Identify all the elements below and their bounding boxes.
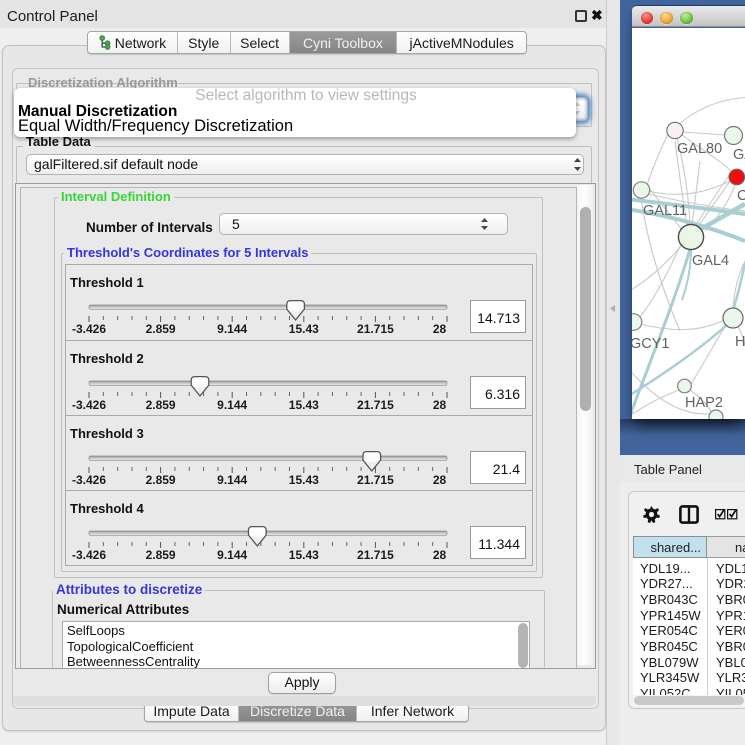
svg-text:GAL11: GAL11 (643, 203, 687, 219)
svg-text:GCY1: GCY1 (632, 336, 670, 352)
svg-text:9.144: 9.144 (217, 398, 247, 412)
svg-text:15.43: 15.43 (289, 548, 319, 562)
svg-text:28: 28 (433, 473, 447, 487)
svg-text:GAL4: GAL4 (692, 253, 729, 269)
svg-text:21.715: 21.715 (357, 473, 394, 487)
svg-text:-3.426: -3.426 (72, 473, 106, 487)
svg-text:C: C (737, 188, 745, 204)
svg-text:-3.426: -3.426 (72, 322, 106, 336)
svg-text:2.859: 2.859 (146, 398, 176, 412)
svg-text:28: 28 (433, 398, 447, 412)
svg-text:9.144: 9.144 (217, 548, 247, 562)
svg-text:-3.426: -3.426 (72, 398, 106, 412)
svg-text:21.715: 21.715 (357, 322, 394, 336)
svg-text:21.715: 21.715 (357, 548, 394, 562)
svg-text:GA: GA (733, 147, 745, 163)
svg-text:21.715: 21.715 (357, 398, 394, 412)
svg-text:9.144: 9.144 (217, 473, 247, 487)
svg-text:2.859: 2.859 (146, 322, 176, 336)
svg-text:HAP2: HAP2 (685, 395, 723, 411)
svg-text:15.43: 15.43 (289, 398, 319, 412)
svg-text:28: 28 (433, 322, 447, 336)
svg-text:9.144: 9.144 (217, 322, 247, 336)
svg-text:15.43: 15.43 (289, 473, 319, 487)
svg-text:-3.426: -3.426 (72, 548, 106, 562)
svg-text:2.859: 2.859 (146, 473, 176, 487)
svg-text:2.859: 2.859 (146, 548, 176, 562)
svg-text:GAL80: GAL80 (677, 141, 722, 157)
svg-text:15.43: 15.43 (289, 322, 319, 336)
svg-text:H: H (735, 334, 745, 350)
svg-text:28: 28 (433, 548, 447, 562)
